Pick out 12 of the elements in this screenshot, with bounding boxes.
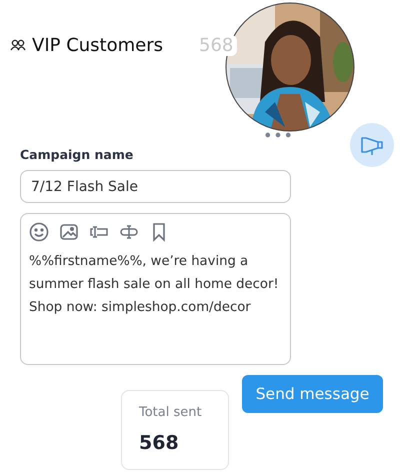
emoji-icon[interactable] <box>29 222 49 242</box>
more-icon[interactable] <box>265 132 291 138</box>
image-icon[interactable] <box>59 222 79 242</box>
people-icon <box>10 39 26 51</box>
field-label: Campaign name <box>20 147 134 162</box>
stat-value: 568 <box>139 432 180 454</box>
message-text: %%firstname%%, we’re having a summer flash sale on all home decor! Shop now: simpleshop.com/decor <box>29 253 280 317</box>
stat-label: Total sent <box>139 405 203 420</box>
message-field[interactable]: %%firstname%%, we’re having a summer flash sale on all home decor! Shop now: simpleshop.com/decor <box>20 213 291 365</box>
audience-name: VIP Customers <box>32 34 164 56</box>
campaign-name-field[interactable]: 7/12 Flash Sale <box>20 170 291 203</box>
megaphone-button[interactable] <box>350 123 394 167</box>
